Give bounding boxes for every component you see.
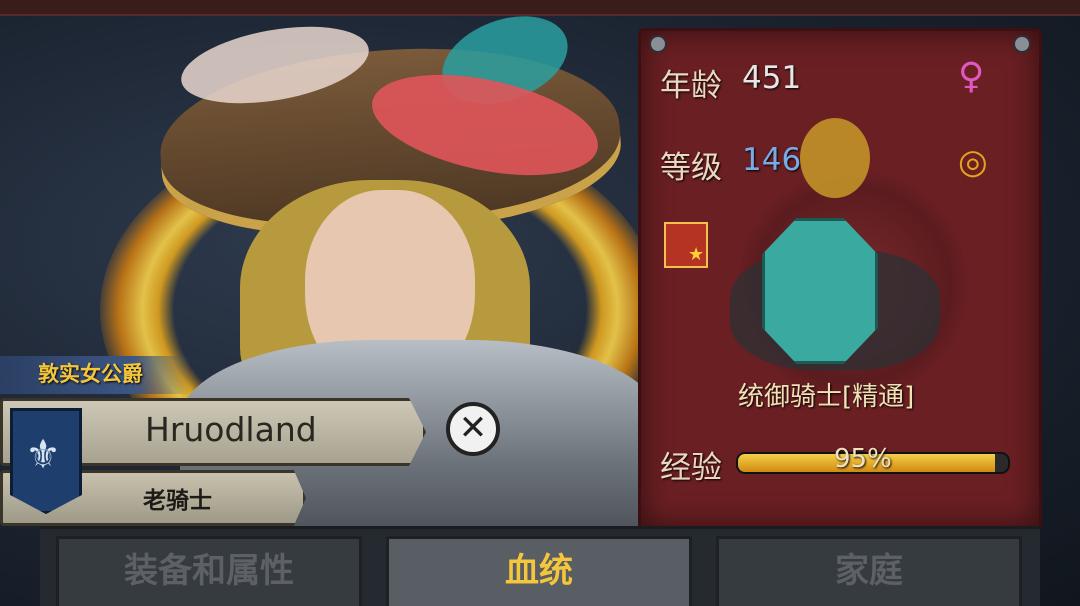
ring-icon[interactable]: ◎ bbox=[958, 142, 988, 182]
unit-crest bbox=[800, 118, 870, 198]
star-icon: ★ bbox=[688, 244, 705, 265]
age-value: 451 bbox=[742, 60, 802, 96]
female-icon: ♀ bbox=[958, 56, 985, 97]
exp-percent: 95% bbox=[834, 444, 892, 474]
exp-label: 经验 bbox=[660, 450, 722, 486]
age-label: 年龄 bbox=[660, 68, 722, 104]
character-screen: 敦实女公爵 Hruodland 老骑士 ⚜ ✕ 年龄 451 ♀ 等级 146 … bbox=[0, 0, 1080, 606]
close-button[interactable]: ✕ bbox=[446, 402, 500, 456]
character-title: 敦实女公爵 bbox=[38, 362, 143, 386]
panel-rivet bbox=[649, 35, 667, 53]
level-label: 等级 bbox=[660, 150, 722, 186]
panel-rivet bbox=[1013, 35, 1031, 53]
unit-shield[interactable] bbox=[762, 218, 878, 364]
unit-name: 统御骑士[精通] bbox=[738, 382, 915, 412]
tab-equipment[interactable]: 装备和属性 bbox=[56, 536, 362, 606]
tab-family[interactable]: 家庭 bbox=[716, 536, 1022, 606]
close-icon: ✕ bbox=[458, 408, 488, 448]
character-rank: 老骑士 bbox=[143, 488, 212, 514]
heraldry-glyph: ⚜ bbox=[25, 432, 61, 478]
level-value: 146 bbox=[742, 142, 802, 178]
character-name: Hruodland bbox=[145, 410, 317, 449]
tab-bloodline[interactable]: 血统 bbox=[386, 536, 692, 606]
